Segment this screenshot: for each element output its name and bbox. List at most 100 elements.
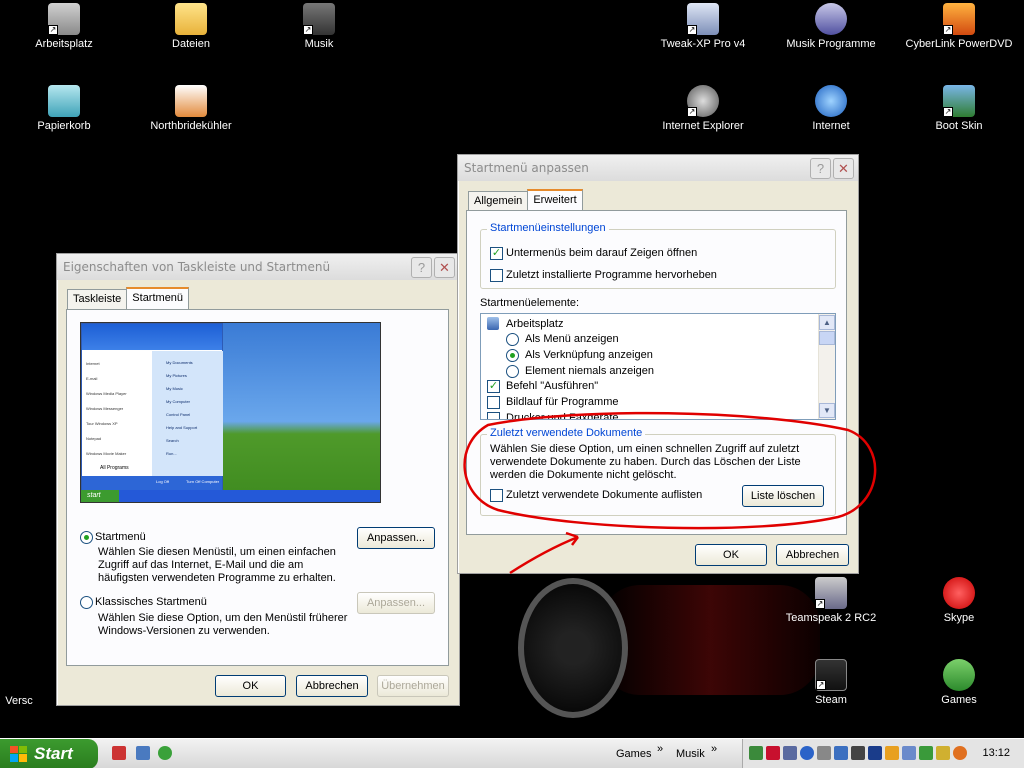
tray-icon-10[interactable] — [902, 746, 916, 760]
classic-description: Wählen Sie diese Option, um den Menüstil… — [98, 612, 348, 637]
shortcut-arrow-icon: ↗ — [943, 107, 953, 117]
desktop-icon-internet[interactable]: Internet — [776, 85, 886, 132]
quicklaunch-icon-1[interactable] — [112, 746, 126, 760]
tray-icon-12[interactable] — [936, 746, 950, 760]
quicklaunch-icon-3[interactable] — [158, 746, 172, 760]
tray-icon-7[interactable] — [851, 746, 865, 760]
help-button[interactable]: ? — [411, 257, 432, 278]
desktop-icon-partial[interactable]: Versc — [0, 695, 64, 707]
tray-icon-13[interactable] — [953, 746, 967, 760]
preview-menu-item: Windows Movie Maker — [86, 451, 127, 456]
tray-icon-4[interactable] — [800, 746, 814, 760]
desktop-icon-papierkorb[interactable]: Papierkorb — [9, 85, 119, 132]
desktop-icon-games[interactable]: Games — [904, 659, 1014, 706]
scroll-thumb[interactable] — [819, 331, 835, 345]
ok-button[interactable]: OK — [215, 675, 286, 697]
close-button[interactable]: ✕ — [434, 257, 455, 278]
clear-list-button[interactable]: Liste löschen — [742, 485, 824, 507]
tray-icon-11[interactable] — [919, 746, 933, 760]
tab-erweitert[interactable]: Erweitert — [527, 189, 583, 211]
preview-start-button: start — [81, 490, 119, 502]
desktop-icon-label: Musik Programme — [786, 38, 876, 50]
tab-taskleiste[interactable]: Taskleiste — [67, 289, 128, 309]
list-item-label: Als Verknüpfung anzeigen — [525, 349, 653, 361]
music-folder-icon: ↗ — [303, 3, 335, 35]
tray-icon-5[interactable] — [817, 746, 831, 760]
submenu-hover-checkbox[interactable]: ✓ — [490, 247, 503, 260]
desktop-icon-steam[interactable]: ↗ Steam — [776, 659, 886, 706]
startmenu-elements-list[interactable]: Arbeitsplatz Als Menü anzeigen Als Verkn… — [480, 313, 836, 420]
customize-classic-button[interactable]: Anpassen... — [357, 592, 435, 614]
tray-icon-3[interactable] — [783, 746, 797, 760]
desktop-icon-tweak-xp[interactable]: ↗ Tweak-XP Pro v4 — [648, 3, 758, 50]
tray-icon-2[interactable] — [766, 746, 780, 760]
radio-startmenue-label: Startmenü — [95, 531, 146, 543]
cancel-button[interactable]: Abbrechen — [776, 544, 849, 566]
quicklaunch-icon-2[interactable] — [136, 746, 150, 760]
list-item-label: Drucker und Faxgeräte — [506, 412, 619, 420]
list-scrollbar[interactable]: ▲ ▼ — [818, 314, 835, 419]
radio-startmenue[interactable] — [80, 531, 93, 544]
shortcut-arrow-icon: ↗ — [816, 680, 826, 690]
dialog-titlebar[interactable]: Startmenü anpassen ? ✕ — [458, 155, 858, 181]
toolbar-musik[interactable]: Musik — [676, 748, 705, 760]
start-button[interactable]: Start — [0, 739, 98, 768]
desktop-icon-musik[interactable]: ↗ Musik — [264, 3, 374, 50]
close-button[interactable]: ✕ — [833, 158, 854, 179]
desktop-icon-arbeitsplatz[interactable]: ↗ Arbeitsplatz — [9, 3, 119, 50]
preview-menu-item: My Music — [166, 386, 183, 391]
desktop-icon-dateien[interactable]: Dateien — [136, 3, 246, 50]
list-recent-documents-checkbox[interactable] — [490, 489, 503, 502]
scroll-up-icon[interactable]: ▲ — [819, 315, 835, 330]
scroll-down-icon[interactable]: ▼ — [819, 403, 835, 418]
globe-icon — [815, 85, 847, 117]
dialog-title: Eigenschaften von Taskleiste und Startme… — [63, 260, 331, 274]
group-legend: Zuletzt verwendete Dokumente — [487, 427, 646, 439]
chevron-right-icon[interactable]: » — [657, 743, 663, 755]
list-item-radio[interactable] — [506, 349, 519, 362]
system-tray: 13:12 — [742, 739, 1024, 768]
list-item-label: Befehl "Ausführen" — [506, 380, 599, 392]
tray-icon-6[interactable] — [834, 746, 848, 760]
desktop-icon-boot-skin[interactable]: ↗ Boot Skin — [904, 85, 1014, 132]
desktop-icon-label: Arbeitsplatz — [35, 38, 93, 50]
desktop-icon-musik-programme[interactable]: Musik Programme — [776, 3, 886, 50]
toolbar-games[interactable]: Games — [616, 748, 651, 760]
list-item-checkbox[interactable]: ✓ — [487, 380, 500, 393]
desktop-icon-label: Skype — [943, 612, 975, 624]
chevron-right-icon[interactable]: » — [711, 743, 717, 755]
desktop-icon-teamspeak[interactable]: ↗ Teamspeak 2 RC2 — [776, 577, 886, 624]
preview-menu-item: Control Panel — [166, 412, 191, 417]
desktop-icon-powerdvd[interactable]: ↗ CyberLink PowerDVD — [904, 3, 1014, 50]
ok-button[interactable]: OK — [695, 544, 767, 566]
apply-button[interactable]: Übernehmen — [377, 675, 449, 697]
list-recent-documents-label: Zuletzt verwendete Dokumente auflisten — [506, 489, 703, 501]
cancel-button[interactable]: Abbrechen — [296, 675, 368, 697]
desktop-icon-skype[interactable]: Skype — [904, 577, 1014, 624]
shortcut-arrow-icon: ↗ — [687, 107, 697, 117]
tab-startmenue[interactable]: Startmenü — [126, 287, 190, 309]
desktop-icon-label: Versc — [5, 695, 33, 707]
list-item-radio[interactable] — [506, 333, 519, 346]
desktop-icon-northbridekuehler[interactable]: Northbridekühler — [136, 85, 246, 132]
preview-menu-item: E-mail — [86, 376, 98, 381]
tray-icon-8[interactable] — [868, 746, 882, 760]
desktop-icon-internet-explorer[interactable]: ↗ Internet Explorer — [648, 85, 758, 132]
preview-menu-item: Internet — [86, 361, 100, 366]
desktop-icon-label: Steam — [815, 694, 847, 706]
list-item-radio[interactable] — [506, 365, 519, 378]
radio-classic-startmenu[interactable] — [80, 596, 93, 609]
customize-startmenu-button[interactable]: Anpassen... — [357, 527, 435, 549]
dialog-titlebar[interactable]: Eigenschaften von Taskleiste und Startme… — [57, 254, 459, 280]
tray-icon-9[interactable] — [885, 746, 899, 760]
preview-menu-item: Windows Messenger — [86, 406, 124, 411]
folder-icon — [175, 3, 207, 35]
tab-allgemein[interactable]: Allgemein — [468, 191, 529, 211]
list-item-checkbox[interactable] — [487, 412, 500, 419]
clock[interactable]: 13:12 — [982, 747, 1010, 759]
highlight-new-programs-label: Zuletzt installierte Programme hervorheb… — [506, 269, 717, 281]
highlight-new-programs-checkbox[interactable] — [490, 269, 503, 282]
help-button[interactable]: ? — [810, 158, 831, 179]
list-item-checkbox[interactable] — [487, 396, 500, 409]
tray-icon-1[interactable] — [749, 746, 763, 760]
